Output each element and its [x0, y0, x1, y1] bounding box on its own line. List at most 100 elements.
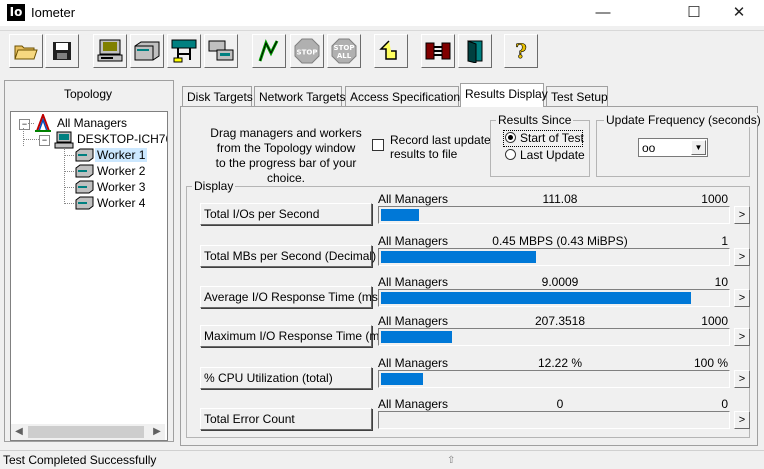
metric-bar-track[interactable]: [378, 370, 730, 388]
record-results-label-line-1: Record last update: [390, 133, 491, 147]
topology-tree[interactable]: − All Managers − DESKTOP-ICH764 Worker 1…: [10, 111, 168, 441]
record-results-label: Record last update results to file: [390, 133, 491, 161]
duplicate-worker-button[interactable]: [204, 34, 238, 68]
metric-button-avg-response[interactable]: Average I/O Response Time (ms): [200, 286, 382, 308]
metric-source: All Managers: [378, 192, 449, 206]
metric-max: 1000: [701, 192, 728, 206]
radio-start-of-test[interactable]: [505, 132, 516, 143]
title-bar: [0, 0, 764, 26]
green-flag-icon: [258, 39, 279, 62]
tab-network-targets[interactable]: Network Targets: [254, 86, 345, 106]
metric-source: All Managers: [378, 314, 449, 328]
metric-max: 10: [714, 275, 728, 289]
scroll-right-icon[interactable]: ▶: [149, 424, 165, 440]
metric-value: 9.0009: [541, 275, 579, 289]
metric-button-cpu-utilization[interactable]: % CPU Utilization (total): [200, 367, 372, 389]
tree-connector: [23, 128, 24, 146]
all-managers-icon: [35, 114, 51, 132]
metric-source: All Managers: [378, 234, 449, 248]
radio-last-update[interactable]: [505, 149, 516, 160]
radio-last-update-label[interactable]: Last Update: [520, 148, 585, 162]
tree-item-all-managers[interactable]: All Managers: [57, 116, 127, 130]
metric-source: All Managers: [378, 397, 449, 411]
drag-instructions-line-2: from the Topology window: [216, 141, 356, 155]
metric-bar-track[interactable]: [378, 411, 730, 429]
metric-bar-track[interactable]: [378, 328, 730, 346]
status-text: Test Completed Successfully: [3, 453, 157, 467]
metric-value: 12.22 %: [537, 356, 583, 370]
stop-label: STOP: [297, 49, 318, 57]
update-frequency-select[interactable]: oo ▼: [638, 138, 708, 157]
metric-bar-fill: [381, 209, 419, 221]
topology-header: Topology: [63, 87, 113, 101]
worker-icon: [75, 196, 94, 210]
expand-root-toggle[interactable]: −: [19, 119, 30, 130]
exit-button[interactable]: [458, 34, 492, 68]
tree-connector: [64, 155, 74, 156]
maximize-button[interactable]: ☐: [671, 0, 717, 26]
tab-disk-targets[interactable]: Disk Targets: [182, 86, 253, 106]
scrollbar-thumb[interactable]: [28, 426, 144, 438]
stop-all-button[interactable]: STOP ALL: [327, 34, 361, 68]
tree-connector: [64, 171, 74, 172]
metric-button-total-ios[interactable]: Total I/Os per Second: [200, 203, 372, 225]
metric-bar-fill: [381, 373, 423, 385]
expand-manager-toggle[interactable]: −: [39, 135, 50, 146]
record-results-checkbox[interactable]: [372, 139, 384, 151]
tree-connector: [64, 148, 65, 204]
stop-button[interactable]: STOP: [290, 34, 324, 68]
metric-max: 1000: [701, 314, 728, 328]
tab-test-setup[interactable]: Test Setup: [546, 86, 608, 106]
help-label: ?: [515, 39, 527, 63]
metric-button-total-mbs[interactable]: Total MBs per Second (Decimal): [200, 245, 376, 267]
close-button[interactable]: ✕: [716, 0, 762, 26]
tab-results-display[interactable]: Results Display: [460, 83, 548, 107]
metric-more-button[interactable]: >: [734, 411, 750, 429]
metric-value: 0.45 MBPS (0.43 MiBPS): [492, 234, 628, 248]
metric-more-button[interactable]: >: [734, 370, 750, 388]
start-network-worker-button[interactable]: [130, 34, 164, 68]
help-icon: ?: [515, 39, 527, 63]
metric-source: All Managers: [378, 356, 449, 370]
metric-bar-track[interactable]: [378, 206, 730, 224]
metric-bar-track[interactable]: [378, 289, 730, 307]
metric-button-max-response[interactable]: Maximum I/O Response Time (ms): [200, 325, 389, 347]
metric-more-button[interactable]: >: [734, 328, 750, 346]
metric-bar-fill: [381, 292, 691, 304]
window-title: Iometer: [31, 5, 76, 20]
tree-item-worker-3[interactable]: Worker 3: [97, 180, 145, 194]
disconnect-managers-button[interactable]: [421, 34, 455, 68]
save-config-button[interactable]: [45, 34, 79, 68]
radio-start-of-test-label[interactable]: Start of Test: [520, 131, 584, 145]
about-button[interactable]: ?: [504, 34, 538, 68]
metric-more-button[interactable]: >: [734, 206, 750, 224]
tree-connector: [64, 203, 74, 204]
worker-icon: [75, 164, 94, 178]
resize-grip-icon: ⇧: [447, 455, 456, 466]
start-disk-worker-button[interactable]: [93, 34, 127, 68]
chevron-down-icon[interactable]: ▼: [691, 140, 706, 155]
metric-button-error-count[interactable]: Total Error Count: [200, 408, 372, 430]
display-title: Display: [192, 179, 236, 193]
metric-more-button[interactable]: >: [734, 289, 750, 307]
disk-drive-icon: [134, 41, 160, 61]
tree-connector: [64, 187, 74, 188]
scroll-left-icon[interactable]: ◀: [11, 424, 27, 440]
tree-item-worker-1[interactable]: Worker 1: [95, 148, 148, 162]
reset-workers-button[interactable]: [374, 34, 408, 68]
tree-item-worker-2[interactable]: Worker 2: [97, 164, 145, 178]
tree-item-manager[interactable]: DESKTOP-ICH764: [77, 132, 167, 146]
metric-bar-track[interactable]: [378, 248, 730, 266]
worker-icon: [75, 148, 94, 162]
drag-instructions-line-1: Drag managers and workers: [210, 126, 362, 140]
start-new-manager-button[interactable]: [167, 34, 201, 68]
minimize-button[interactable]: —: [580, 0, 626, 26]
exit-door-icon: [467, 40, 483, 63]
topology-horizontal-scrollbar[interactable]: ◀ ▶: [11, 424, 165, 440]
worker-icon: [75, 180, 94, 194]
metric-more-button[interactable]: >: [734, 248, 750, 266]
open-config-button[interactable]: [9, 34, 43, 68]
start-tests-button[interactable]: [252, 34, 286, 68]
tree-item-worker-4[interactable]: Worker 4: [97, 196, 145, 210]
tab-access-specifications[interactable]: Access Specifications: [345, 86, 466, 106]
